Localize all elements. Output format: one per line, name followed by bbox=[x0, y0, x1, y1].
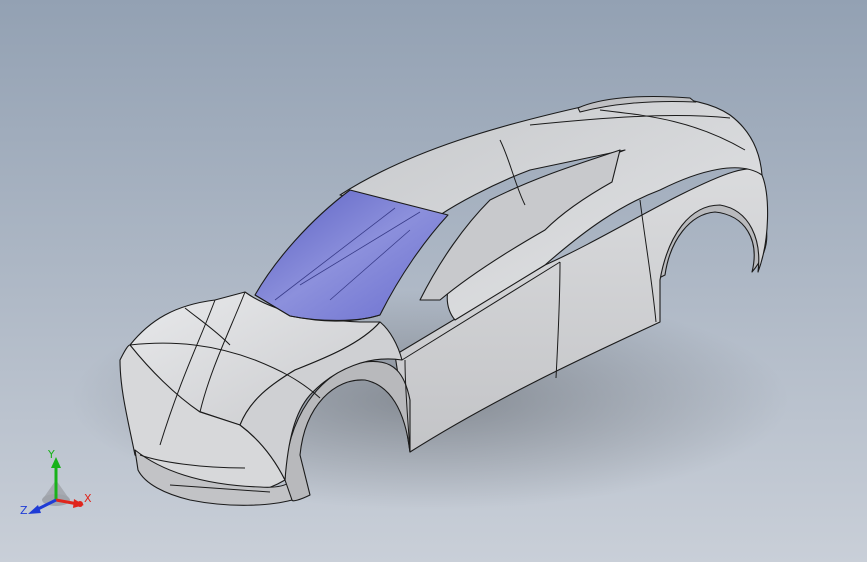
z-axis-label: Z bbox=[20, 504, 28, 517]
car-body-model[interactable] bbox=[0, 0, 867, 562]
x-axis-label: X bbox=[84, 492, 92, 505]
graphics-viewport[interactable]: Y X Z bbox=[0, 0, 867, 562]
reference-triad: Y X Z bbox=[20, 448, 92, 517]
z-axis-arrow bbox=[28, 498, 57, 514]
y-axis-label: Y bbox=[47, 448, 55, 461]
